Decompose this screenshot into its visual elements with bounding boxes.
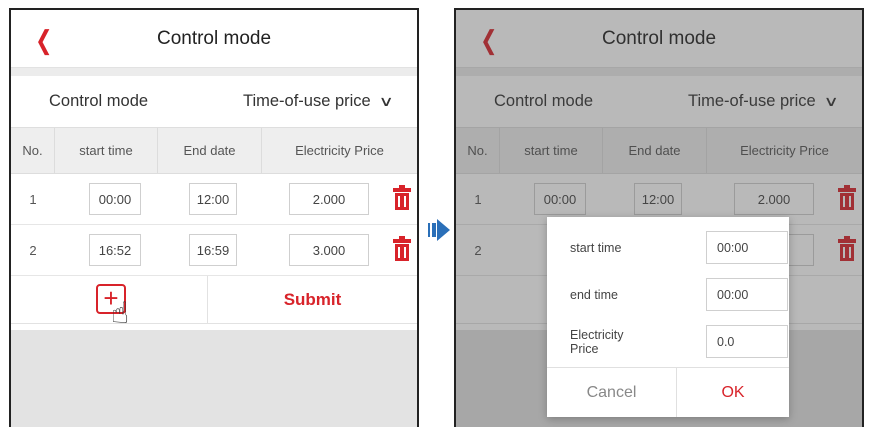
column-header-end: End date xyxy=(158,128,262,173)
dialog-price-input[interactable]: 0.0 xyxy=(706,325,788,358)
dialog-start-row: start time 00:00 xyxy=(547,231,789,264)
left-screen: ❮ Control mode Control mode Time-of-use … xyxy=(9,8,419,427)
table-row: 2 16:52 16:59 3.000 xyxy=(11,225,417,276)
dialog-end-label: end time xyxy=(570,287,618,302)
column-header-price: Electricity Price xyxy=(295,143,384,158)
dialog-price-row: Electricity Price 0.0 xyxy=(547,325,789,358)
chevron-down-icon: ∨ xyxy=(378,93,394,109)
mode-value: Time-of-use price xyxy=(242,92,371,110)
empty-area xyxy=(11,330,417,427)
right-screen: ❮ Control mode Control mode Time-of-use … xyxy=(454,8,864,427)
submit-button[interactable]: Submit xyxy=(208,276,417,323)
start-time-input[interactable]: 16:52 xyxy=(89,234,141,266)
pointer-hand-icon: ☝ xyxy=(111,297,130,330)
actions-bar: + ☝ Submit xyxy=(11,276,417,330)
dialog-start-input[interactable]: 00:00 xyxy=(706,231,788,264)
price-input[interactable]: 3.000 xyxy=(289,234,369,266)
header: ❮ Control mode xyxy=(11,10,417,68)
ok-button[interactable]: OK xyxy=(677,368,789,417)
add-area: + ☝ xyxy=(11,276,208,330)
dialog-start-label: start time xyxy=(570,240,622,255)
end-time-input[interactable]: 16:59 xyxy=(189,234,237,266)
row-number: 1 xyxy=(29,191,37,207)
cancel-button[interactable]: Cancel xyxy=(547,368,677,417)
table-header: No. start time End date Electricity Pric… xyxy=(11,128,417,174)
column-header-start: start time xyxy=(55,128,158,173)
mode-label: Control mode xyxy=(49,92,149,110)
start-time-input[interactable]: 00:00 xyxy=(89,183,141,215)
dialog-buttons: Cancel OK xyxy=(547,367,789,417)
end-time-input[interactable]: 12:00 xyxy=(189,183,237,215)
back-chevron-icon[interactable]: ❮ xyxy=(35,27,52,53)
page-title: Control mode xyxy=(156,27,272,49)
divider xyxy=(11,68,417,76)
dialog-price-label: Electricity Price xyxy=(570,327,624,356)
trash-icon[interactable] xyxy=(393,185,411,210)
table-row: 1 00:00 12:00 2.000 xyxy=(11,174,417,225)
row-number: 2 xyxy=(29,242,37,258)
column-header-no: No. xyxy=(11,128,55,173)
add-period-dialog: start time 00:00 end time 00:00 Electric… xyxy=(547,217,789,417)
price-input[interactable]: 2.000 xyxy=(289,183,369,215)
dialog-end-row: end time 00:00 xyxy=(547,278,789,311)
dialog-end-input[interactable]: 00:00 xyxy=(706,278,788,311)
mode-selector-row[interactable]: Control mode Time-of-use price ∨ xyxy=(11,76,417,128)
arrow-right-icon xyxy=(428,219,450,241)
trash-icon[interactable] xyxy=(393,236,411,261)
mode-dropdown[interactable]: Time-of-use price ∨ xyxy=(242,92,394,111)
